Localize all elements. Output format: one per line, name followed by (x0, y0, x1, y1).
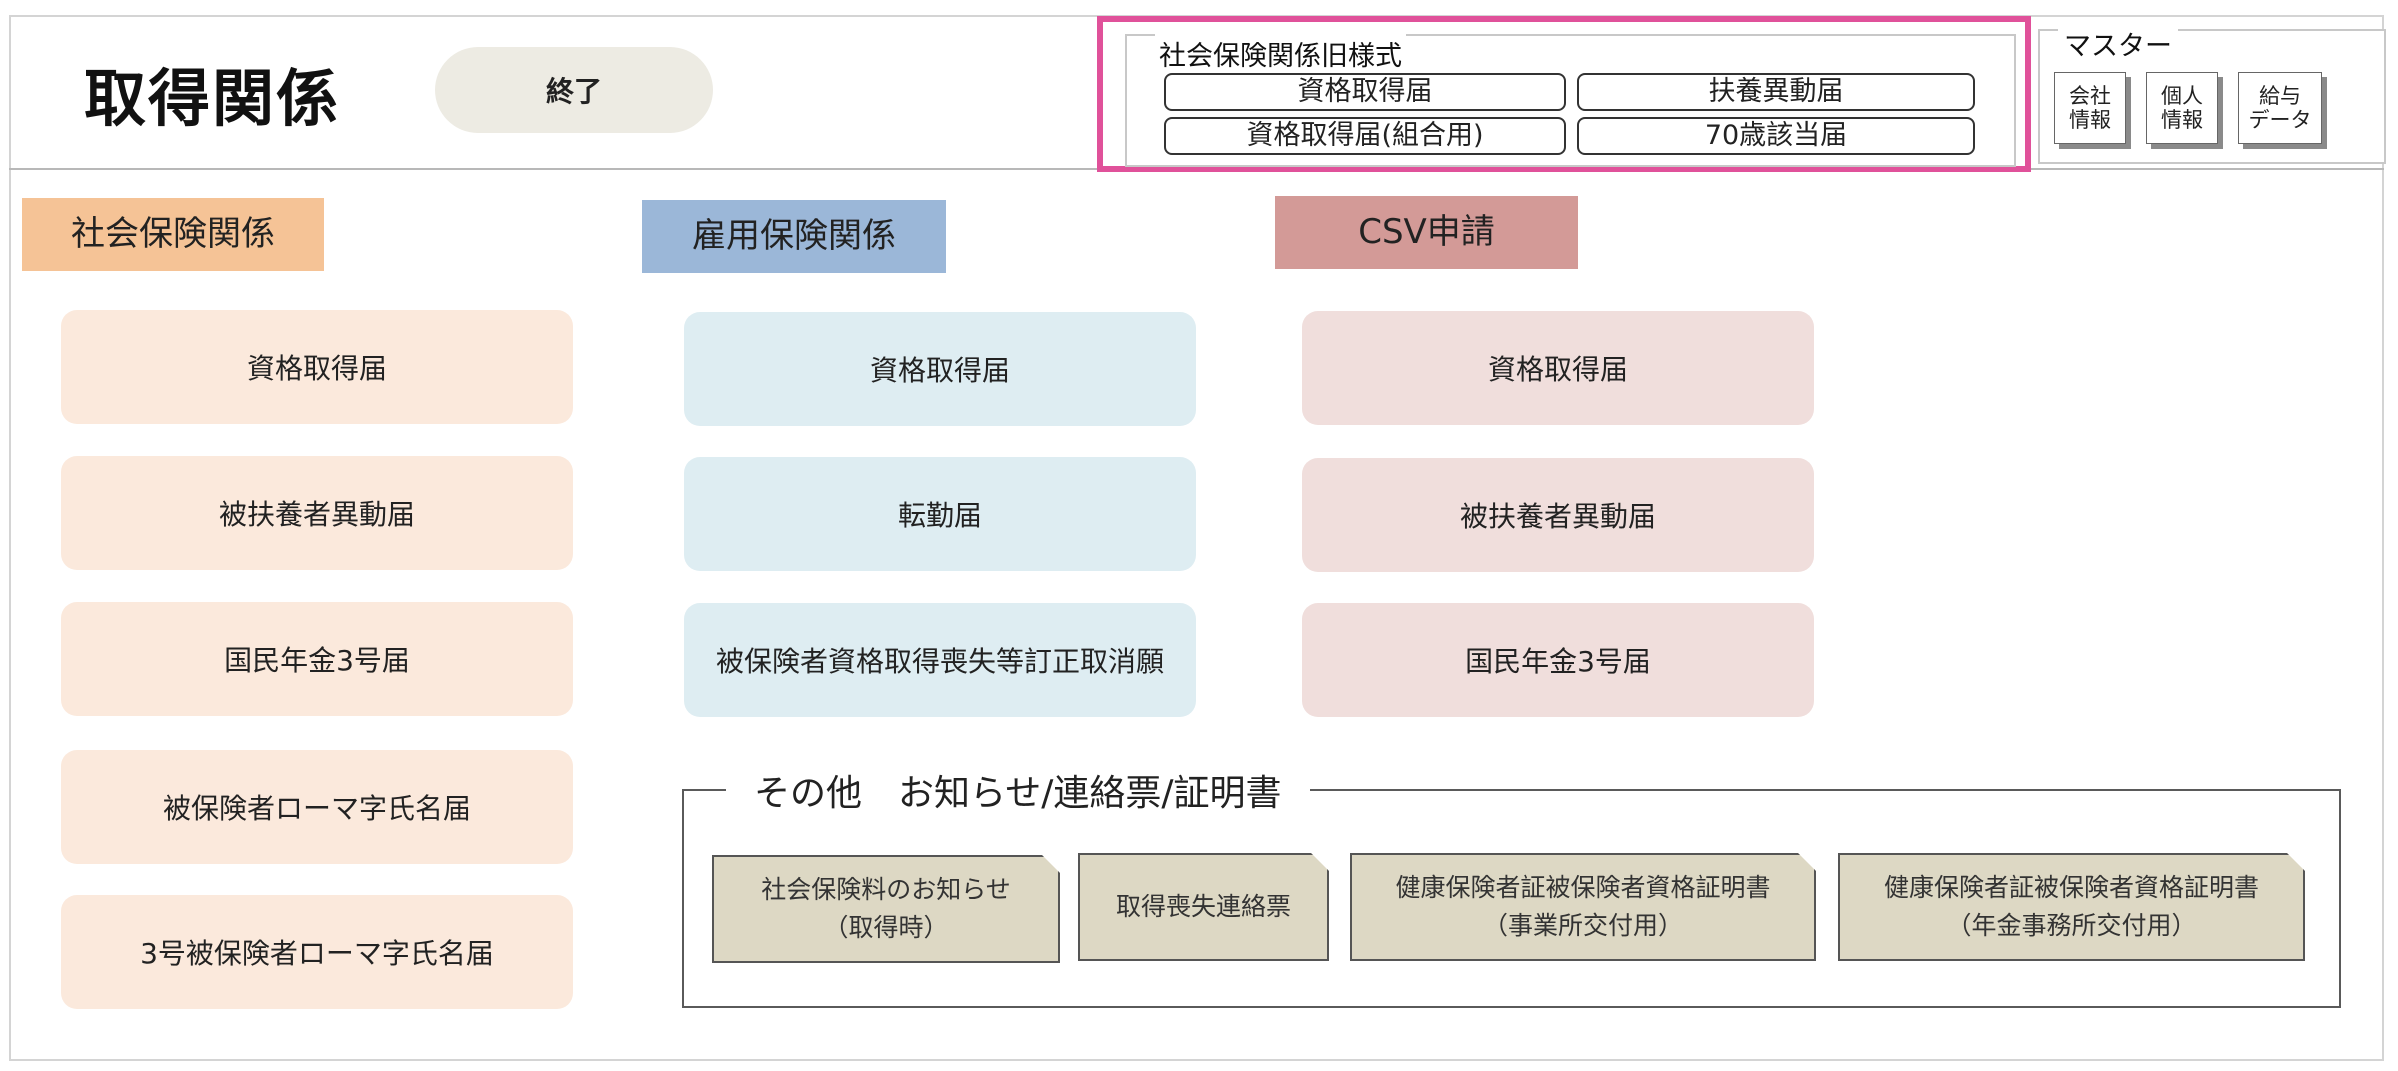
old-qualification-acquisition-union-button[interactable]: 資格取得届(組合用) (1164, 117, 1566, 155)
employment-insurance-header: 雇用保険関係 (642, 200, 946, 273)
acquisition-loss-contact-button[interactable]: 取得喪失連絡票 (1078, 853, 1329, 961)
health-insurance-certificate-office-label: 健康保険者証被保険者資格証明書 （事業所交付用） (1395, 873, 1771, 940)
social-dependent-change-button[interactable]: 被扶養者異動届 (61, 456, 573, 570)
page-title: 取得関係 (84, 62, 341, 135)
social-qualification-acquisition-button[interactable]: 資格取得届 (61, 310, 573, 424)
personal-info-button[interactable]: 個人 情報 (2146, 72, 2218, 144)
health-insurance-certificate-pension-label: 健康保険者証被保険者資格証明書 （年金事務所交付用） (1883, 873, 2259, 940)
acquisition-loss-contact-label: 取得喪失連絡票 (1115, 892, 1291, 921)
social-insurance-notice-label: 社会保険料のお知らせ （取得時） (761, 875, 1011, 942)
salary-data-button[interactable]: 給与 データ (2238, 72, 2322, 144)
social-insurance-notice-button[interactable]: 社会保険料のお知らせ （取得時） (712, 855, 1060, 963)
end-button[interactable]: 終了 (435, 47, 713, 133)
company-info-button[interactable]: 会社 情報 (2054, 72, 2126, 144)
social-insurance-header: 社会保険関係 (22, 198, 324, 271)
csv-application-header: CSV申請 (1275, 196, 1578, 269)
social-romaji-name-button[interactable]: 被保険者ローマ字氏名届 (61, 750, 573, 864)
health-insurance-certificate-office-button[interactable]: 健康保険者証被保険者資格証明書 （事業所交付用） (1350, 853, 1816, 961)
csv-dependent-change-button[interactable]: 被扶養者異動届 (1302, 458, 1814, 572)
employment-transfer-button[interactable]: 転勤届 (684, 457, 1196, 571)
old-dependent-change-button[interactable]: 扶養異動届 (1577, 73, 1975, 111)
old-style-label: 社会保険関係旧様式 (1155, 34, 1406, 73)
social-no3-romaji-name-button[interactable]: 3号被保険者ローマ字氏名届 (61, 895, 573, 1009)
old-age70-button[interactable]: 70歳該当届 (1577, 117, 1975, 155)
master-label: マスター (2058, 24, 2178, 63)
csv-national-pension-no3-button[interactable]: 国民年金3号届 (1302, 603, 1814, 717)
old-style-group: 社会保険関係旧様式 資格取得届 扶養異動届 資格取得届(組合用) 70歳該当届 (1097, 16, 2031, 172)
old-qualification-acquisition-button[interactable]: 資格取得届 (1164, 73, 1566, 111)
employment-correction-cancel-button[interactable]: 被保険者資格取得喪失等訂正取消願 (684, 603, 1196, 717)
csv-qualification-acquisition-button[interactable]: 資格取得届 (1302, 311, 1814, 425)
employment-qualification-acquisition-button[interactable]: 資格取得届 (684, 312, 1196, 426)
other-documents-label: その他 お知らせ/連絡票/証明書 (726, 764, 1310, 816)
social-national-pension-no3-button[interactable]: 国民年金3号届 (61, 602, 573, 716)
health-insurance-certificate-pension-button[interactable]: 健康保険者証被保険者資格証明書 （年金事務所交付用） (1838, 853, 2305, 961)
